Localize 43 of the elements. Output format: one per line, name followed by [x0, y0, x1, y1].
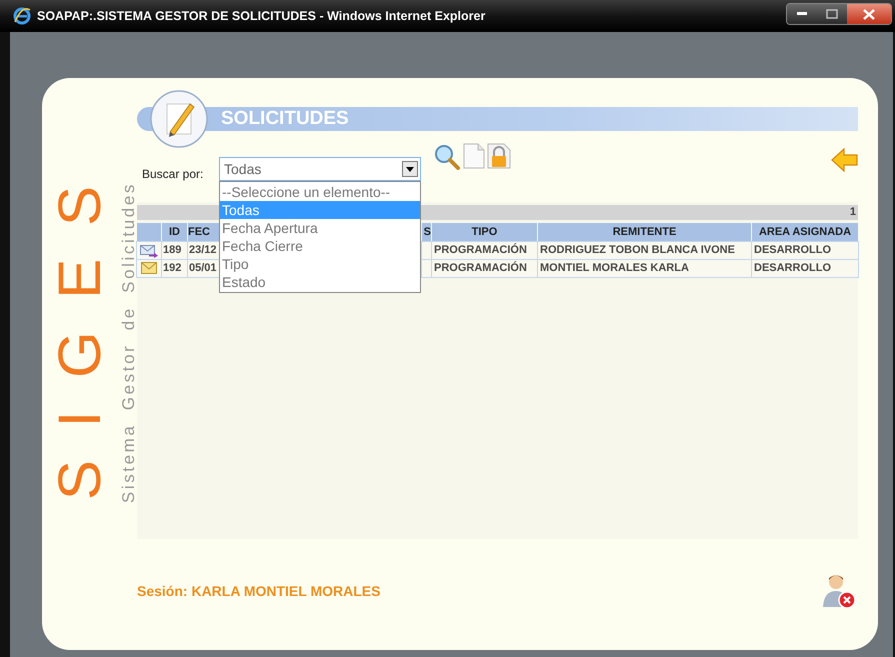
logout-user-icon[interactable] — [820, 573, 856, 609]
close-button[interactable] — [847, 4, 891, 24]
dropdown-option[interactable]: Todas — [220, 201, 420, 219]
column-header: ID — [162, 223, 187, 241]
window-title: SOAPAP:.SISTEMA GESTOR DE SOLICITUDES - Windows Internet Explorer — [37, 8, 486, 25]
table-cell: 192 — [162, 260, 187, 277]
minimize-button[interactable] — [787, 4, 817, 24]
browser-icon — [13, 7, 31, 25]
table-cell: PROGRAMACIÓN — [432, 260, 537, 277]
forwarded-mail-icon — [140, 242, 158, 258]
column-header: FEC — [188, 223, 219, 241]
pencil-note-icon — [150, 90, 208, 148]
dropdown-option[interactable]: --Seleccione un elemento-- — [220, 183, 420, 201]
dropdown-option[interactable]: Fecha Apertura — [220, 219, 420, 237]
search-icon[interactable] — [433, 143, 461, 171]
minimize-icon — [797, 12, 807, 16]
locked-document-icon[interactable] — [487, 143, 511, 169]
dropdown-option[interactable]: Fecha Cierre — [220, 237, 420, 255]
table-cell: 05/01 — [188, 260, 219, 277]
maximize-button[interactable] — [817, 4, 847, 24]
column-header: S — [422, 223, 431, 241]
close-icon — [863, 8, 875, 20]
table-cell: DESARROLLO — [752, 242, 858, 259]
table-cell: 23/12 — [188, 242, 219, 259]
logo-text: S I G E S — [50, 178, 110, 500]
search-dropdown[interactable]: Todas — [219, 157, 421, 181]
maximize-icon — [826, 9, 838, 19]
page-title: SOLICITUDES — [221, 106, 349, 131]
table-cell: RODRIGUEZ TOBON BLANCA IVONE — [538, 242, 751, 259]
logo-subtitle: Sistema Gestor de Solicitudes — [120, 182, 137, 504]
envelope-icon — [141, 262, 157, 274]
back-arrow-icon[interactable] — [831, 148, 858, 172]
column-header: TIPO — [432, 223, 537, 241]
table-cell: DESARROLLO — [752, 260, 858, 277]
dropdown-option[interactable]: Estado — [220, 273, 420, 291]
table-cell: 189 — [162, 242, 187, 259]
column-header: AREA ASIGNADA — [752, 223, 858, 241]
search-label: Buscar por: — [142, 166, 204, 183]
session-label: Sesión: KARLA MONTIEL MORALES — [137, 582, 380, 600]
dropdown-option[interactable]: Tipo — [220, 255, 420, 273]
column-header: REMITENTE — [538, 223, 751, 241]
table-cell: MONTIEL MORALES KARLA — [538, 260, 751, 277]
table-cell: PROGRAMACIÓN — [432, 242, 537, 259]
